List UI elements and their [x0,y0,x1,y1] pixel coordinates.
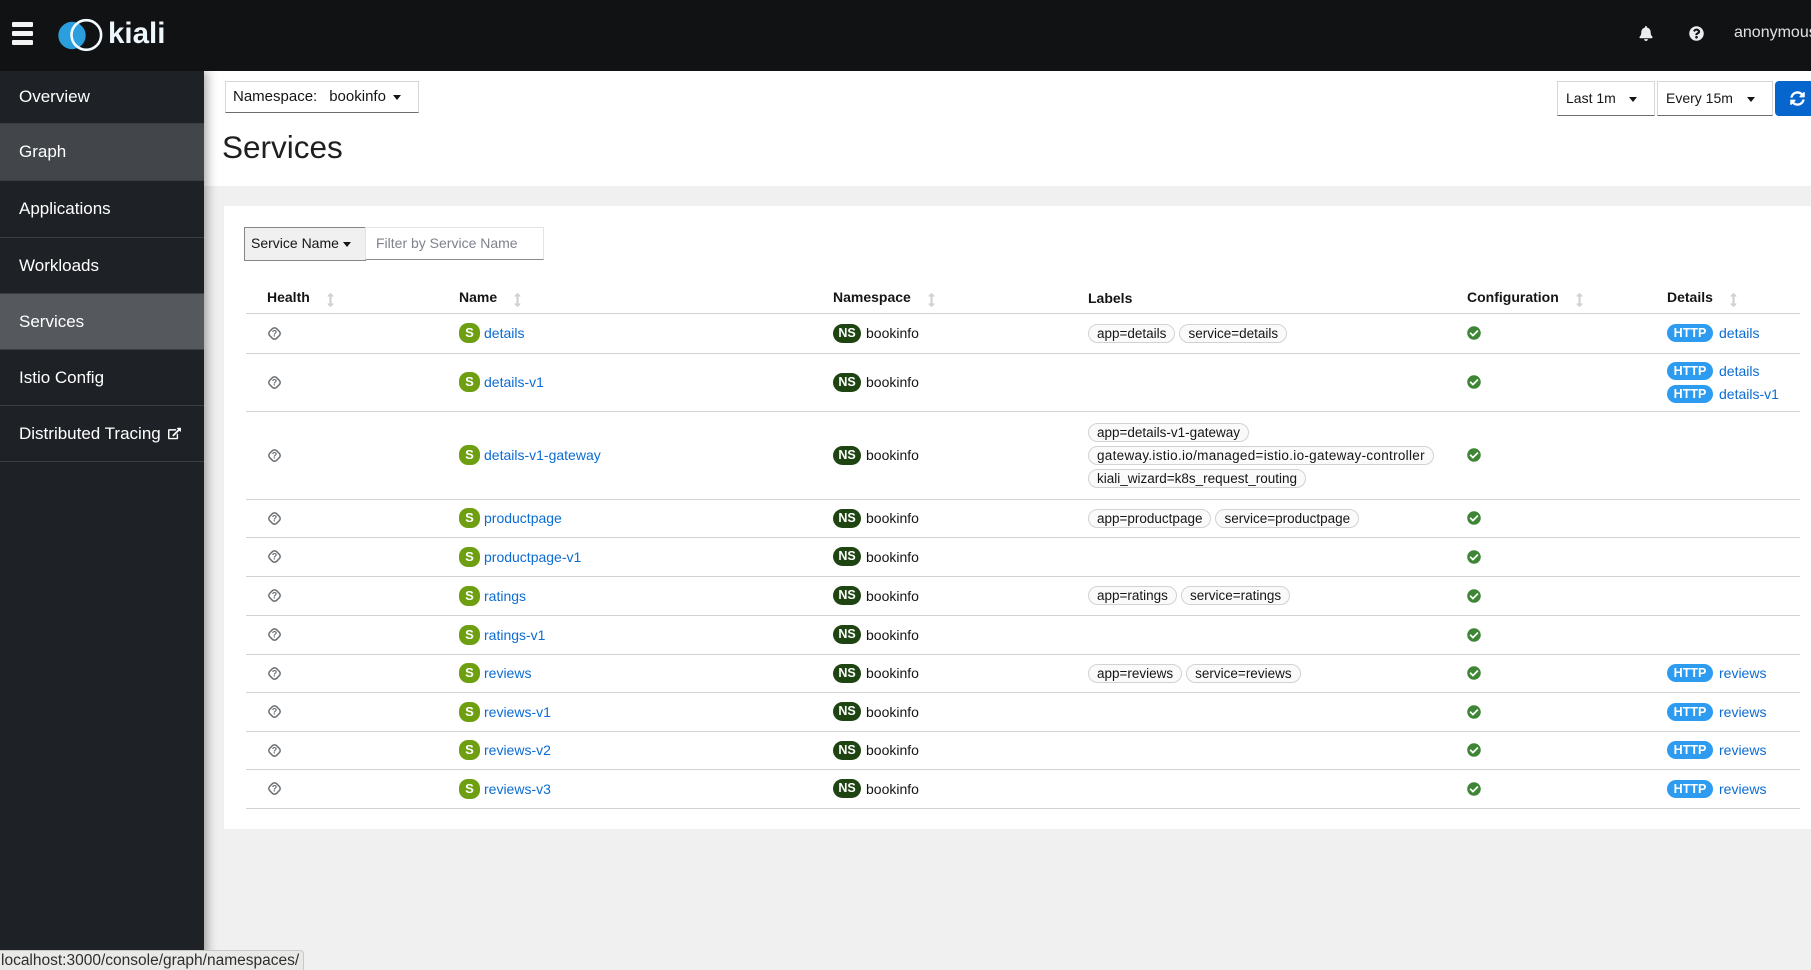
svg-text:?: ? [272,513,278,523]
svg-text:?: ? [272,591,278,601]
svg-text:?: ? [272,668,278,678]
svg-text:?: ? [272,328,278,338]
svg-text:?: ? [272,450,278,460]
svg-text:?: ? [272,630,278,640]
svg-text:?: ? [272,784,278,794]
svg-text:?: ? [272,745,278,755]
svg-text:?: ? [272,552,278,562]
svg-text:?: ? [272,707,278,717]
svg-text:?: ? [272,377,278,387]
